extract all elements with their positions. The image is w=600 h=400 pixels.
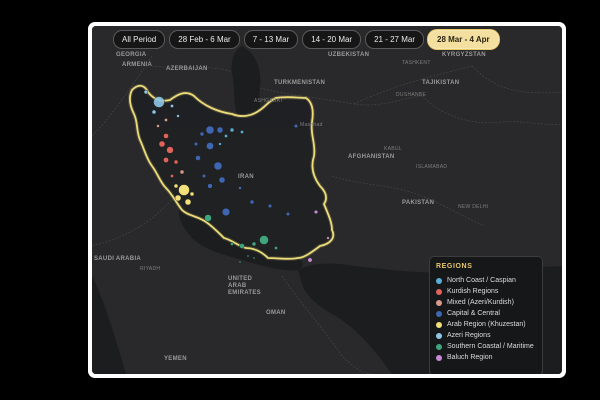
legend-item-label: Kurdish Regions xyxy=(447,288,499,295)
map-canvas[interactable]: GEORGIA ARMENIA AZERBAIJAN UZBEKISTAN KY… xyxy=(92,26,562,374)
map-label-uzbekistan: UZBEKISTAN xyxy=(328,52,370,58)
map-label-saudi-arabia: SAUDI ARABIA xyxy=(94,256,142,262)
legend-swatch-icon xyxy=(436,343,442,350)
regions-legend: REGIONS North Coast / Caspian Kurdish Reg… xyxy=(429,256,543,374)
map-label-oman: OMAN xyxy=(266,310,286,316)
legend-item: North Coast / Caspian xyxy=(436,275,536,286)
legend-item: Arab Region (Khuzestan) xyxy=(436,319,536,330)
map-label-mashhad: Mashhad xyxy=(300,122,323,128)
period-tabs: All Period 28 Feb - 6 Mar 7 - 13 Mar 14 - 2… xyxy=(113,30,499,49)
period-tab-4[interactable]: 21 - 27 Mar xyxy=(365,30,424,49)
legend-item-label: Southern Coastal / Maritime xyxy=(447,343,534,350)
map-label-azerbaijan: AZERBAIJAN xyxy=(166,66,208,72)
map-label-tashkent: TASHKENT xyxy=(402,60,431,66)
map-label-islamabad: ISLAMABAD xyxy=(416,164,448,170)
map-label-armenia: ARMENIA xyxy=(122,62,153,68)
map-label-riyadh: RIYADH xyxy=(140,266,161,272)
map-label-tajikistan: TAJIKISTAN xyxy=(422,80,460,86)
map-label-new-delhi: NEW DELHI xyxy=(458,204,489,210)
legend-item: Capital & Central xyxy=(436,308,536,319)
map-label-pakistan: PAKISTAN xyxy=(402,200,435,206)
legend-swatch-icon xyxy=(436,332,442,339)
legend-swatch-icon xyxy=(436,299,442,306)
period-tab-5[interactable]: 28 Mar - 4 Apr xyxy=(428,30,499,49)
legend-item: Southern Coastal / Maritime xyxy=(436,341,536,352)
map-label-ashgabat: ASHGABAT xyxy=(254,98,284,104)
map-label-dushanbe: DUSHANBE xyxy=(396,92,427,98)
legend-item-label: Azeri Regions xyxy=(447,332,491,339)
legend-item: Baluch Region xyxy=(436,352,536,363)
legend-item-label: Mixed (Azeri/Kurdish) xyxy=(447,299,514,306)
map-label-turkmenistan: TURKMENISTAN xyxy=(274,80,326,86)
map-label-kabul: KABUL xyxy=(384,146,402,152)
period-tab-2[interactable]: 7 - 13 Mar xyxy=(243,30,299,49)
legend-item-label: Arab Region (Khuzestan) xyxy=(447,321,526,328)
period-tab-0[interactable]: All Period xyxy=(113,30,166,49)
legend-swatch-icon xyxy=(436,288,442,295)
map-card: GEORGIA ARMENIA AZERBAIJAN UZBEKISTAN KY… xyxy=(88,22,566,378)
map-label-georgia: GEORGIA xyxy=(116,52,147,58)
map-label-kyrgyzstan: KYRGYZSTAN xyxy=(442,52,486,58)
map-label-yemen: YEMEN xyxy=(164,356,187,362)
legend-item: Mixed (Azeri/Kurdish) xyxy=(436,297,536,308)
legend-item-label: Capital & Central xyxy=(447,310,500,317)
legend-swatch-icon xyxy=(436,354,442,361)
legend-swatch-icon xyxy=(436,277,442,284)
legend-item: Azeri Regions xyxy=(436,330,536,341)
map-label-uae: UNITED ARAB EMIRATES xyxy=(228,276,261,296)
legend-swatch-icon xyxy=(436,310,442,317)
legend-title: REGIONS xyxy=(436,263,473,270)
legend-item: Kurdish Regions xyxy=(436,286,536,297)
period-tab-1[interactable]: 28 Feb - 6 Mar xyxy=(169,30,240,49)
legend-swatch-icon xyxy=(436,321,442,328)
legend-item-label: North Coast / Caspian xyxy=(447,277,516,284)
legend-item-label: Baluch Region xyxy=(447,354,493,361)
period-tab-3[interactable]: 14 - 20 Mar xyxy=(302,30,362,49)
map-label-afghanistan: AFGHANISTAN xyxy=(348,154,395,160)
map-label-iran: IRAN xyxy=(238,174,254,180)
